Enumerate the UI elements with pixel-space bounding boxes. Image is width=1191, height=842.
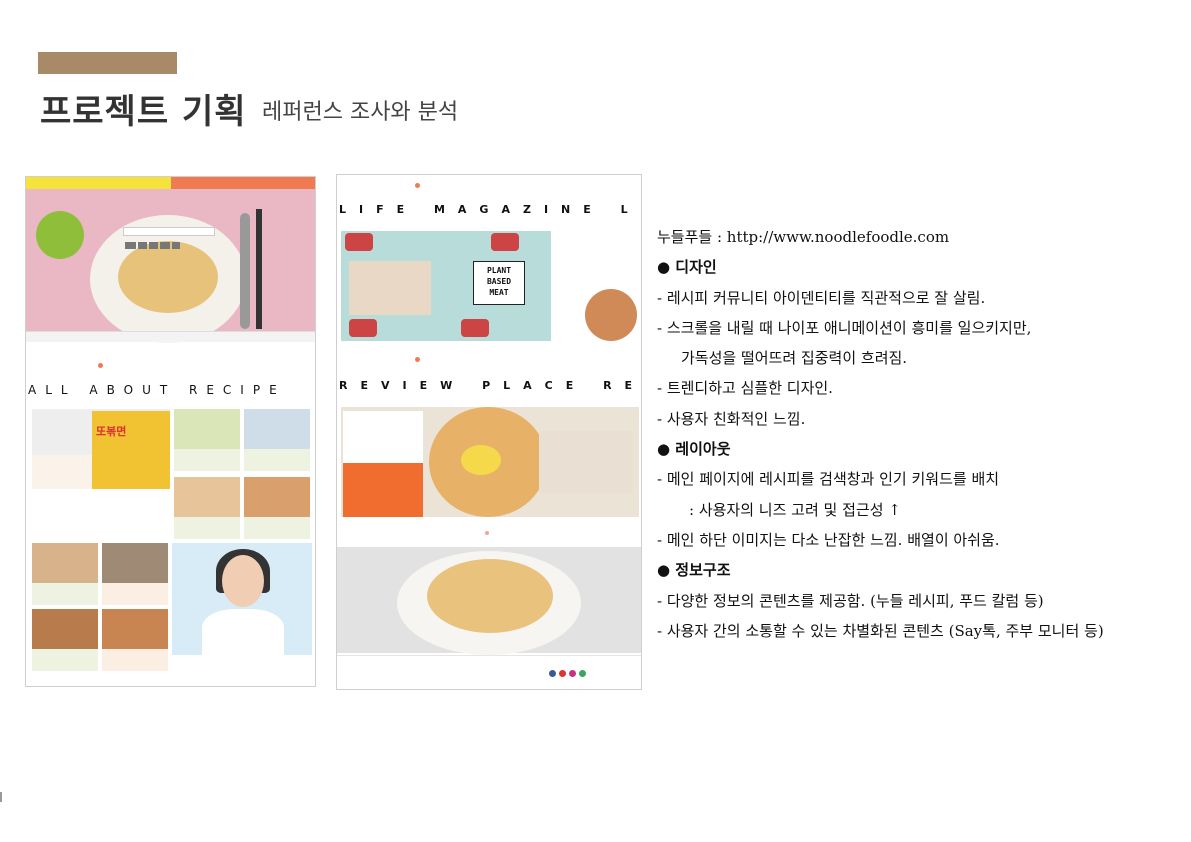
section-dot bbox=[415, 357, 420, 362]
article-card bbox=[349, 261, 431, 315]
review-image bbox=[341, 407, 639, 517]
notes-section-heading: ● 디자인 bbox=[657, 258, 717, 277]
section-dot bbox=[415, 183, 420, 188]
notes-line: : 사용자의 니즈 고려 및 접근성 ↑ bbox=[689, 500, 901, 519]
reference-screenshot-magazine: LIFE MAGAZINE LIF PLANT BASED MEAT REVIE… bbox=[336, 174, 642, 690]
mini-footer bbox=[337, 655, 641, 689]
reference-screenshot-main: ALL ABOUT RECIPE 또볶면 bbox=[25, 176, 316, 687]
review-card bbox=[343, 411, 423, 463]
sign-line: MEAT bbox=[489, 288, 509, 297]
page-title: 프로젝트 기획 bbox=[40, 92, 247, 132]
notes-section-heading: ● 레이아웃 bbox=[657, 440, 731, 459]
section-label-recipe: ALL ABOUT RECIPE bbox=[28, 383, 286, 397]
pager-dot bbox=[485, 531, 489, 535]
recipe-card bbox=[174, 409, 240, 471]
recipe-card bbox=[174, 477, 240, 539]
blog-icon bbox=[579, 670, 586, 677]
section-label-magazine: LIFE MAGAZINE LIF bbox=[339, 203, 641, 216]
promo-model-image bbox=[172, 543, 312, 655]
product-image bbox=[343, 463, 423, 517]
notes-line: - 메인 하단 이미지는 다소 난잡한 느낌. 배열이 아쉬움. bbox=[657, 530, 1000, 549]
mini-search-input bbox=[123, 227, 215, 236]
mini-hero-image bbox=[26, 189, 315, 343]
mini-top-banner-right bbox=[171, 177, 315, 189]
recipe-card-large: 또볶면 bbox=[32, 409, 170, 489]
noodle-bowl-image bbox=[337, 547, 641, 655]
notes-line: - 레시피 커뮤니티 아이덴티티를 직관적으로 잘 살림. bbox=[657, 288, 986, 307]
notes-line: - 사용자 간의 소통할 수 있는 차별화된 콘텐츠 (Say톡, 주부 모니터… bbox=[657, 621, 1104, 640]
analysis-notes: 누들푸들 : http://www.noodlefoodle.com ● 디자인 -… bbox=[657, 222, 1177, 646]
recipe-card bbox=[244, 477, 310, 539]
side-article bbox=[553, 231, 637, 341]
recipe-card bbox=[32, 609, 98, 671]
plant-based-sign: PLANT BASED MEAT bbox=[473, 261, 525, 305]
notes-line: - 사용자 친화적인 느낌. bbox=[657, 409, 806, 428]
mini-strip bbox=[26, 331, 315, 342]
recipe-card bbox=[102, 609, 168, 671]
notes-line: 누들푸들 : http://www.noodlefoodle.com bbox=[657, 228, 950, 246]
review-card bbox=[539, 431, 633, 493]
recipe-card bbox=[102, 543, 168, 605]
title-accent-bar bbox=[38, 52, 177, 74]
facebook-icon bbox=[549, 670, 556, 677]
recipe-card bbox=[244, 409, 310, 471]
sign-line: BASED bbox=[486, 277, 512, 286]
spoon-image bbox=[240, 213, 250, 329]
page-subtitle: 레퍼런스 조사와 분석 bbox=[262, 100, 459, 125]
apples-image bbox=[36, 211, 84, 259]
section-label-review: REVIEW PLACE REVI bbox=[339, 379, 642, 392]
notes-line: - 메인 페이지에 레시피를 검색창과 인기 키워드를 배치 bbox=[657, 470, 1000, 489]
sign-line: PLANT bbox=[486, 266, 512, 275]
plant-based-meat-image: PLANT BASED MEAT bbox=[341, 231, 551, 341]
notes-line: - 트렌디하고 심플한 디자인. bbox=[657, 379, 833, 398]
food-image bbox=[118, 241, 218, 313]
instagram-icon bbox=[569, 670, 576, 677]
notes-line: - 스크롤을 내릴 때 나이포 애니메이션이 흥미를 일으키지만, bbox=[657, 318, 1032, 337]
notes-line: 가독성을 떨어뜨려 집중력이 흐려짐. bbox=[681, 349, 908, 368]
notes-line: - 다양한 정보의 콘텐츠를 제공함. (누들 레시피, 푸드 칼럼 등) bbox=[657, 591, 1044, 610]
fork-image bbox=[256, 209, 262, 329]
mini-keyword-tags bbox=[125, 242, 182, 251]
notes-section-heading: ● 정보구조 bbox=[657, 561, 731, 580]
youtube-icon bbox=[559, 670, 566, 677]
section-dot bbox=[98, 363, 103, 368]
recipe-card bbox=[32, 543, 98, 605]
edge-mark bbox=[0, 792, 2, 802]
tteokbokki-noodle-pack: 또볶면 bbox=[96, 425, 127, 438]
